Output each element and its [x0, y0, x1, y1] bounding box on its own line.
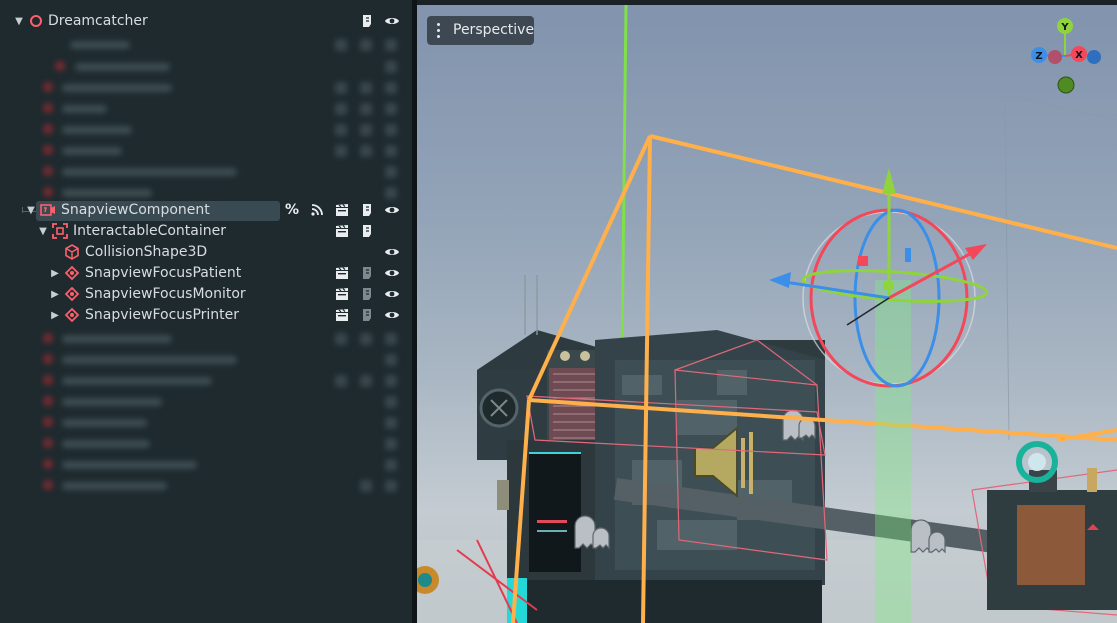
obscured-tree-rows: [0, 32, 412, 202]
visibility-eye-icon[interactable]: [384, 265, 400, 281]
clapper-icon[interactable]: [334, 307, 350, 323]
tree-row-root[interactable]: ▼ Dreamcatcher: [0, 11, 412, 32]
gizmo-neg-y-handle[interactable]: [1057, 76, 1075, 94]
script-icon[interactable]: [359, 307, 375, 323]
visibility-eye-icon[interactable]: [384, 13, 400, 29]
chevron-right-icon[interactable]: ▶: [48, 263, 62, 284]
chevron-down-icon[interactable]: ▼: [24, 200, 38, 221]
script-icon[interactable]: [359, 286, 375, 302]
tree-row-interactable-container[interactable]: ▼ InteractableContainer: [0, 221, 412, 242]
tree-node-label: CollisionShape3D: [85, 244, 208, 260]
tree-row-focus-printer[interactable]: ▶ SnapviewFocusPrinter: [0, 305, 412, 326]
chevron-down-icon[interactable]: ▼: [12, 11, 26, 32]
clapper-icon[interactable]: [334, 265, 350, 281]
chevron-right-icon[interactable]: ▶: [48, 305, 62, 326]
scene-tree-panel: ▼ Dreamcatcher ▼ SnapviewComponent % ▼ I…: [0, 0, 412, 623]
chevron-right-icon[interactable]: ▶: [48, 284, 62, 305]
snapview-component-icon: [40, 204, 55, 216]
unique-name-icon[interactable]: %: [285, 200, 299, 221]
script-icon[interactable]: [359, 13, 375, 29]
axis-orientation-gizmo[interactable]: Y Z X: [1022, 14, 1112, 104]
obscured-tree-rows: [0, 326, 412, 496]
scene-render: [417, 4, 1117, 623]
kebab-menu-icon: [437, 23, 441, 39]
tree-node-label: SnapviewFocusPrinter: [85, 307, 240, 323]
visibility-eye-icon[interactable]: [384, 286, 400, 302]
clapper-icon[interactable]: [334, 223, 350, 239]
script-icon[interactable]: [359, 202, 375, 218]
gizmo-x-label: X: [1075, 50, 1083, 61]
tree-node-label: SnapviewFocusMonitor: [85, 286, 246, 302]
tree-row-focus-monitor[interactable]: ▶ SnapviewFocusMonitor: [0, 284, 412, 305]
tree-node-label: SnapviewComponent: [61, 202, 210, 218]
focus-node-icon: [64, 307, 80, 323]
tree-node-label: Dreamcatcher: [48, 13, 148, 29]
focus-node-icon: [64, 265, 80, 281]
viewport-3d[interactable]: Perspective Y Z X: [417, 0, 1117, 623]
clapper-icon[interactable]: [334, 286, 350, 302]
printer-prop: [987, 441, 1117, 610]
light-beam: [875, 280, 911, 623]
tree-node-label: SnapviewFocusPatient: [85, 265, 242, 281]
script-icon[interactable]: [359, 265, 375, 281]
script-icon[interactable]: [359, 223, 375, 239]
tree-row-collision-shape[interactable]: CollisionShape3D: [0, 242, 412, 263]
gizmo-y-label: Y: [1060, 22, 1069, 33]
perspective-view-menu[interactable]: Perspective: [427, 16, 534, 45]
node3d-icon: [30, 15, 42, 27]
gizmo-neg-z-handle[interactable]: [1087, 50, 1101, 64]
visibility-eye-icon[interactable]: [384, 307, 400, 323]
tree-node-label: InteractableContainer: [73, 223, 227, 239]
signal-icon[interactable]: [309, 202, 325, 218]
gizmo-neg-x-handle[interactable]: [1048, 50, 1062, 64]
visibility-eye-icon[interactable]: [384, 202, 400, 218]
view-mode-label: Perspective: [453, 22, 535, 38]
area3d-icon: [52, 223, 68, 239]
visibility-eye-icon[interactable]: [384, 244, 400, 260]
far-bounds: [976, 69, 1117, 441]
clapper-icon[interactable]: [334, 202, 350, 218]
viewport-top-strip: [417, 0, 1117, 5]
collision-shape-icon: [65, 244, 79, 260]
chevron-down-icon[interactable]: ▼: [36, 221, 50, 242]
tree-row-focus-patient[interactable]: ▶ SnapviewFocusPatient: [0, 263, 412, 284]
focus-node-icon: [64, 286, 80, 302]
tree-row-snapview-component[interactable]: ▼ SnapviewComponent %: [0, 200, 412, 221]
gizmo-z-label: Z: [1035, 51, 1042, 62]
